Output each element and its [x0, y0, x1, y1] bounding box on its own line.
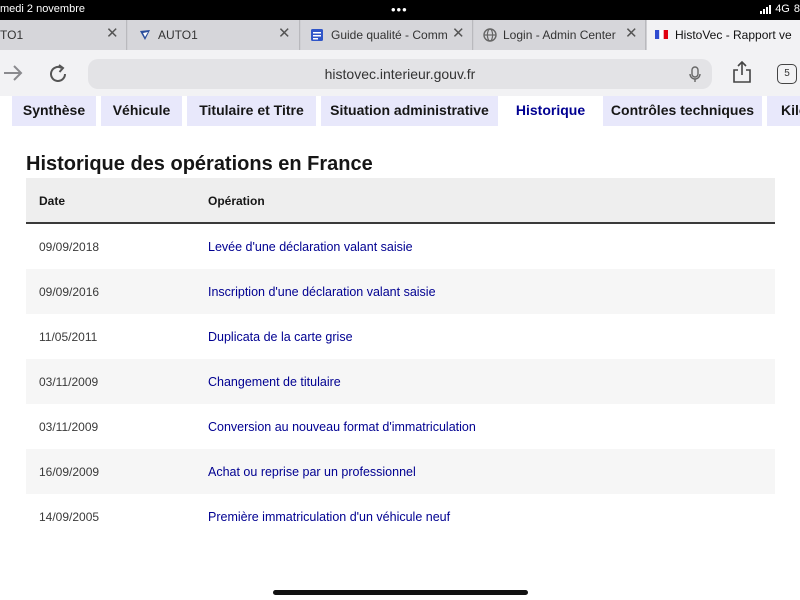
reload-icon[interactable]	[47, 63, 69, 85]
tab-count-button[interactable]: 5	[777, 64, 797, 84]
close-icon[interactable]: ✕	[452, 26, 465, 42]
browser-tab-4[interactable]: Login - Admin Center ✕	[474, 20, 646, 50]
nav-tab-synthese[interactable]: Synthèse	[12, 96, 96, 126]
row-date: 11/05/2011	[39, 330, 98, 344]
browser-tab-1[interactable]: TO1 ✕	[0, 20, 127, 50]
status-indicators: 4G 8	[760, 3, 800, 15]
ipad-safari-screen: medi 2 novembre ••• 4G 8 TO1 ✕ AUTO1 ✕ G	[0, 0, 800, 600]
table-row: 16/09/2009 Achat ou reprise par un profe…	[26, 449, 775, 494]
url-text: histovec.interieur.gouv.fr	[324, 66, 476, 82]
table-row: 09/09/2016 Inscription d'une déclaration…	[26, 269, 775, 314]
column-header-date: Date	[39, 194, 66, 208]
table-row: 03/11/2009 Changement de titulaire	[26, 359, 775, 404]
browser-tab-bar: TO1 ✕ AUTO1 ✕ Guide qualité - Comm ✕ Log…	[0, 20, 800, 50]
section-title: Historique des opérations en France	[26, 153, 373, 175]
nav-tab-titulaire[interactable]: Titulaire et Titre	[187, 96, 316, 126]
status-bar: medi 2 novembre ••• 4G 8	[0, 0, 800, 20]
nav-tab-kilometrage[interactable]: Kilo	[767, 96, 800, 126]
nav-tab-situation[interactable]: Situation administrative	[321, 96, 498, 126]
browser-tab-label: HistoVec - Rapport ve	[675, 28, 792, 42]
browser-tab-label: Login - Admin Center	[503, 28, 616, 42]
operations-table: Date Opération 09/09/2018 Levée d'une dé…	[26, 178, 775, 539]
network-label: 4G	[775, 3, 790, 15]
column-header-operation: Opération	[208, 194, 265, 208]
browser-tab-label: TO1	[0, 28, 24, 42]
row-date: 09/09/2016	[39, 285, 100, 299]
browser-toolbar: histovec.interieur.gouv.fr 5	[0, 50, 800, 96]
forward-arrow-icon[interactable]	[3, 65, 23, 81]
signal-icon	[760, 4, 772, 14]
row-date: 03/11/2009	[39, 420, 99, 434]
table-row: 03/11/2009 Conversion au nouveau format …	[26, 404, 775, 449]
table-row: 14/09/2005 Première immatriculation d'un…	[26, 494, 775, 539]
row-operation: Duplicata de la carte grise	[208, 330, 353, 344]
browser-tab-3[interactable]: Guide qualité - Comm ✕	[301, 20, 473, 50]
row-operation: Levée d'une déclaration valant saisie	[208, 240, 413, 254]
document-icon	[311, 29, 323, 41]
browser-tab-label: AUTO1	[158, 28, 198, 42]
row-date: 09/09/2018	[39, 240, 100, 254]
site-logo-icon	[140, 30, 150, 40]
browser-tab-2[interactable]: AUTO1 ✕	[128, 20, 300, 50]
table-header: Date Opération	[26, 178, 775, 224]
row-operation: Conversion au nouveau format d'immatricu…	[208, 420, 476, 434]
row-date: 14/09/2005	[39, 510, 100, 524]
status-date: medi 2 novembre	[0, 3, 85, 15]
french-flag-icon	[655, 30, 668, 39]
row-date: 16/09/2009	[39, 465, 100, 479]
close-icon[interactable]: ✕	[625, 26, 638, 42]
close-icon[interactable]: ✕	[278, 26, 291, 42]
row-operation: Achat ou reprise par un professionnel	[208, 465, 416, 479]
nav-tab-vehicule[interactable]: Véhicule	[101, 96, 182, 126]
browser-tab-active[interactable]: HistoVec - Rapport ve	[647, 20, 800, 50]
row-operation: Changement de titulaire	[208, 375, 341, 389]
share-icon[interactable]	[732, 60, 752, 84]
home-indicator[interactable]	[273, 590, 528, 595]
table-row: 11/05/2011 Duplicata de la carte grise	[26, 314, 775, 359]
nav-tab-controles[interactable]: Contrôles techniques	[603, 96, 762, 126]
nav-tab-historique[interactable]: Historique	[504, 96, 597, 126]
microphone-icon[interactable]	[688, 66, 702, 83]
globe-icon	[483, 28, 497, 42]
web-page: Synthèse Véhicule Titulaire et Titre Sit…	[0, 96, 800, 600]
close-icon[interactable]: ✕	[106, 26, 119, 42]
multitasking-dots[interactable]: •••	[391, 2, 408, 17]
row-operation: Inscription d'une déclaration valant sai…	[208, 285, 436, 299]
browser-tab-label: Guide qualité - Comm	[331, 28, 448, 42]
table-row: 09/09/2018 Levée d'une déclaration valan…	[26, 224, 775, 269]
row-operation: Première immatriculation d'un véhicule n…	[208, 510, 451, 524]
row-date: 03/11/2009	[39, 375, 99, 389]
url-field[interactable]: histovec.interieur.gouv.fr	[88, 59, 712, 89]
battery-label: 8	[793, 3, 800, 15]
